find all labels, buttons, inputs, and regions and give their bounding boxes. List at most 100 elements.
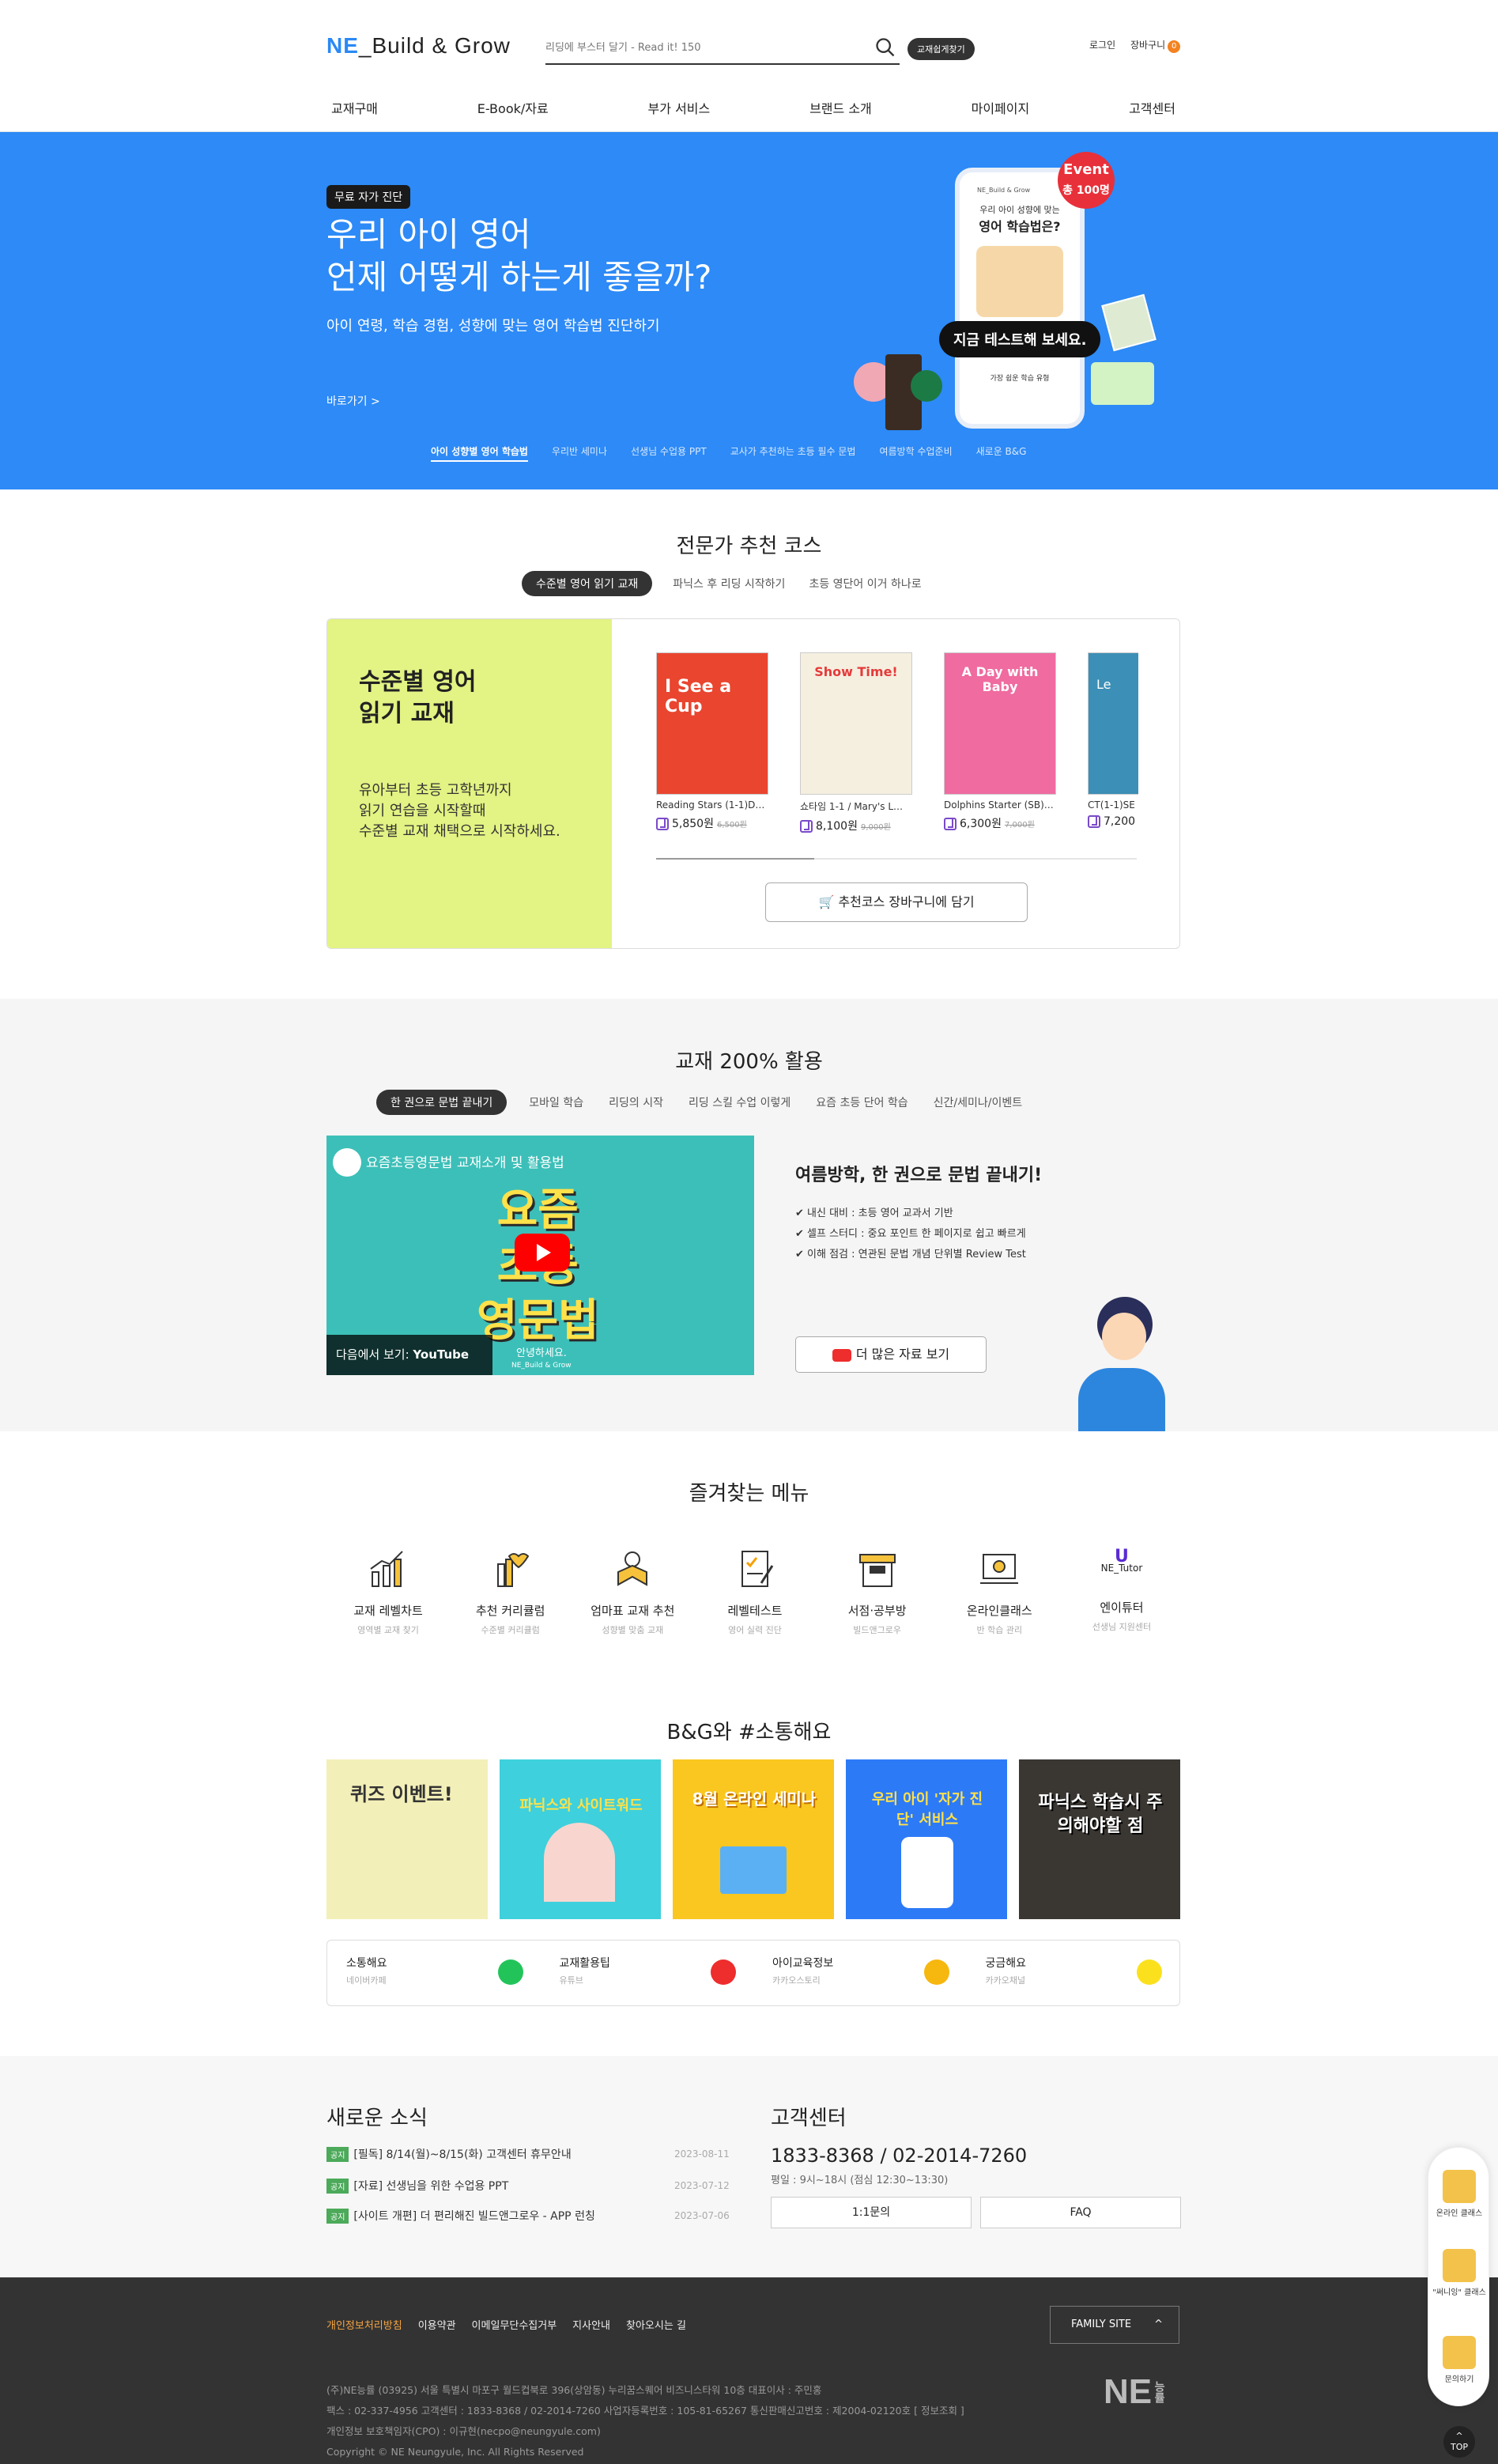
news-list: 공지 [필독] 8/14(월)~8/15(화) 고객센터 휴무안내 2023-08-… bbox=[326, 2146, 738, 2225]
sns-channel-naver-cafe[interactable]: 소통해요 네이버카페 bbox=[327, 1941, 541, 2005]
book-checkbox[interactable] bbox=[944, 818, 957, 830]
usage-tabs: 한 권으로 문법 끝내기 모바일 학습 리딩의 시작 리딩 스킬 수업 이렇게 … bbox=[376, 1090, 1025, 1115]
search-input[interactable] bbox=[545, 33, 862, 62]
nav-item-mypage[interactable]: 마이페이지 bbox=[967, 93, 1035, 122]
kakao-channel-icon bbox=[1137, 1959, 1162, 1985]
news-item[interactable]: 공지 [사이트 개편] 더 편리해진 빌드앤그로우 - APP 런칭 2023-07… bbox=[326, 2208, 738, 2224]
usage-tab-3[interactable]: 리딩의 시작 bbox=[606, 1090, 666, 1115]
sns-card[interactable]: 퀴즈 이벤트! bbox=[326, 1759, 488, 1919]
ne-tutor-icon: U NE_Tutor bbox=[1100, 1547, 1143, 1574]
favorites-title: 즐겨찾는 메뉴 bbox=[689, 1482, 809, 1506]
quick-sunny-class[interactable]: "써니잉" 클래스 bbox=[1428, 2249, 1490, 2297]
add-course-to-cart-button[interactable]: 🛒 추천코스 장바구니에 담기 bbox=[765, 882, 1028, 922]
scroll-top-button[interactable]: ^ TOP bbox=[1443, 2426, 1475, 2458]
usage-tab-1[interactable]: 한 권으로 문법 끝내기 bbox=[376, 1090, 508, 1115]
sns-card[interactable]: 8월 온라인 세미나 bbox=[673, 1759, 834, 1919]
book-card[interactable]: I See a Cup Reading Stars (1-1)D… 5,850원… bbox=[656, 652, 768, 831]
cart-link[interactable]: 장바구니 0 bbox=[1130, 38, 1181, 53]
faq-button[interactable]: FAQ bbox=[980, 2197, 1181, 2228]
usage-point: ✔ 셀프 스터디 : 중요 포인트 한 페이지로 쉽고 빠르게 bbox=[795, 1228, 1026, 1240]
fav-level-test[interactable]: 레벨테스트 영어 실력 진단 bbox=[703, 1545, 807, 1636]
hero-tab-3[interactable]: 선생님 수업용 PPT bbox=[631, 444, 707, 462]
sns-card[interactable]: 우리 아이 '자가 진단' 서비스 bbox=[846, 1759, 1007, 1919]
hero-cta-button[interactable]: 지금 테스트해 보세요. bbox=[939, 321, 1101, 357]
usage-point: ✔ 이해 점검 : 연관된 문법 개념 단위별 Review Test bbox=[795, 1249, 1026, 1260]
money-illustration bbox=[1091, 293, 1157, 418]
fav-ne-tutor[interactable]: U NE_Tutor 엔이튜터 선생님 지원센터 bbox=[1070, 1545, 1174, 1636]
usage-tab-4[interactable]: 리딩 스킬 수업 이렇게 bbox=[685, 1090, 794, 1115]
login-link[interactable]: 로그인 bbox=[1089, 38, 1115, 51]
book-card[interactable]: A Day with Baby Dolphins Starter (SB)… 6… bbox=[944, 652, 1056, 831]
news-title: 새로운 소식 bbox=[326, 2107, 428, 2130]
book-checkbox[interactable] bbox=[800, 820, 813, 833]
course-description: 유아부터 초등 고학년까지 읽기 연습을 시작할때 수준별 교재 채택으로 시작하세… bbox=[359, 782, 560, 840]
expert-tab-2[interactable]: 파닉스 후 리딩 시작하기 bbox=[670, 571, 788, 596]
play-button-icon[interactable] bbox=[515, 1234, 570, 1272]
fav-online-class[interactable]: 온라인클래스 반 학습 관리 bbox=[947, 1545, 1051, 1636]
footer-link-directions[interactable]: 찾아오시는 길 bbox=[626, 2317, 686, 2332]
usage-tab-6[interactable]: 신간/세미나/이벤트 bbox=[930, 1090, 1025, 1115]
hero-tab-4[interactable]: 교사가 추천하는 초등 필수 문법 bbox=[730, 444, 856, 462]
youtube-icon bbox=[711, 1959, 736, 1985]
store-icon bbox=[858, 1554, 896, 1587]
hero-tab-1[interactable]: 아이 성향별 영어 학습법 bbox=[431, 444, 528, 462]
nav-item-ebook[interactable]: E-Book/자료 bbox=[473, 93, 553, 122]
nav-item-support[interactable]: 고객센터 bbox=[1124, 93, 1180, 122]
nav-item-books[interactable]: 교재구매 bbox=[326, 93, 383, 122]
hero-tab-5[interactable]: 여름방학 수업준비 bbox=[879, 444, 952, 462]
footer-link-branches[interactable]: 지사안내 bbox=[572, 2317, 610, 2332]
news-item[interactable]: 공지 [필독] 8/14(월)~8/15(화) 고객센터 휴무안내 2023-08-… bbox=[326, 2146, 738, 2162]
fav-curriculum[interactable]: 추천 커리큘럼 수준별 커리큘럼 bbox=[458, 1545, 563, 1636]
expert-tab-1[interactable]: 수준별 영어 읽기 교재 bbox=[522, 571, 653, 596]
fav-store[interactable]: 서점·공부방 빌드앤그로우 bbox=[825, 1545, 930, 1636]
more-materials-button[interactable]: 더 많은 자료 보기 bbox=[795, 1336, 987, 1373]
sns-channel-youtube[interactable]: 교재활용팁 유튜브 bbox=[541, 1941, 754, 2005]
test-icon bbox=[741, 1551, 774, 1587]
video-player[interactable]: 요즘초등영문법 교재소개 및 활용법 요즘초등영문법 다음에서 보기: YouT… bbox=[326, 1136, 754, 1375]
cs-title: 고객센터 bbox=[771, 2107, 847, 2130]
usage-section-title: 교재 200% 활용 bbox=[675, 1050, 823, 1074]
footer-link-terms[interactable]: 이용약관 bbox=[418, 2317, 456, 2332]
quick-inquiry[interactable]: 문의하기 bbox=[1428, 2336, 1490, 2384]
sns-card[interactable]: 파닉스와 사이트워드 bbox=[500, 1759, 661, 1919]
usage-tab-2[interactable]: 모바일 학습 bbox=[526, 1090, 587, 1115]
book-checkbox[interactable] bbox=[656, 818, 669, 830]
hero-go-link[interactable]: 바로가기 > bbox=[326, 393, 380, 409]
hero-title: 우리 아이 영어 언제 어떻게 하는게 좋을까? bbox=[326, 215, 712, 297]
quick-online-class[interactable]: 온라인 클래스 bbox=[1428, 2170, 1490, 2218]
fav-mom-books[interactable]: 엄마표 교재 추천 성향별 맞춤 교재 bbox=[580, 1545, 685, 1636]
sns-channel-kakaostory[interactable]: 아이교육정보 카카오스토리 bbox=[753, 1941, 967, 2005]
sns-channel-kakao[interactable]: 궁금해요 카카오채널 bbox=[967, 1941, 1180, 2005]
sns-gallery: 퀴즈 이벤트! 파닉스와 사이트워드 8월 온라인 세미나 우리 아이 '자가 … bbox=[326, 1759, 1180, 1919]
expert-section-title: 전문가 추천 코스 bbox=[676, 535, 822, 558]
search-icon[interactable] bbox=[874, 36, 896, 59]
event-badge: Event 총 100명 bbox=[1058, 152, 1115, 209]
expert-tab-3[interactable]: 초등 영단어 이거 하나로 bbox=[806, 571, 924, 596]
footer-link-email[interactable]: 이메일무단수집거부 bbox=[472, 2317, 557, 2332]
book-scrollbar[interactable] bbox=[656, 858, 1137, 860]
usage-tab-5[interactable]: 요즘 초등 단어 학습 bbox=[813, 1090, 911, 1115]
hero-tab-6[interactable]: 새로운 B&G bbox=[976, 444, 1027, 462]
watch-on-youtube[interactable]: 다음에서 보기: YouTube bbox=[326, 1335, 492, 1375]
hero-subtitle: 아이 연령, 학습 경험, 성향에 맞는 영어 학습법 진단하기 bbox=[326, 318, 660, 334]
hero-tab-2[interactable]: 우리반 세미나 bbox=[552, 444, 607, 462]
cart-count-badge: 0 bbox=[1168, 40, 1181, 53]
favorites-list: 교재 레벨차트 영역별 교재 찾기 추천 커리큘럼 수준별 커리큘럼 엄마표 교재 … bbox=[336, 1545, 1174, 1636]
fav-level-chart[interactable]: 교재 레벨차트 영역별 교재 찾기 bbox=[336, 1545, 440, 1636]
book-card[interactable]: Le CT(1-1)SE 7,200 bbox=[1088, 652, 1138, 828]
inquiry-button[interactable]: 1:1문의 bbox=[771, 2197, 972, 2228]
online-class-icon bbox=[980, 1554, 1019, 1584]
hero-phone-illustration: NE_Build & Grow 우리 아이 성향에 맞는 영어 학습법은? 가장… bbox=[955, 168, 1085, 429]
family-site-select[interactable]: FAMILY SITE ^ bbox=[1050, 2306, 1179, 2344]
company-info: (주)NE능률 (03925) 서울 특별시 마포구 월드컵북로 396(상암동… bbox=[326, 2384, 964, 2458]
find-book-button[interactable]: 교재쉽게찾기 bbox=[907, 38, 975, 60]
nav-item-services[interactable]: 부가 서비스 bbox=[643, 93, 715, 122]
footer-link-privacy[interactable]: 개인정보처리방침 bbox=[326, 2317, 402, 2332]
news-item[interactable]: 공지 [자료] 선생님을 위한 수업용 PPT 2023-07-12 bbox=[326, 2178, 738, 2194]
book-checkbox[interactable] bbox=[1088, 815, 1100, 828]
site-logo[interactable]: NE_Build & Grow bbox=[326, 33, 511, 59]
sns-card[interactable]: 파닉스 학습시 주의해야할 점 bbox=[1019, 1759, 1180, 1919]
book-card[interactable]: Show Time! 쇼타임 1-1 / Mary's L… 8,100원 9,0… bbox=[800, 652, 912, 833]
book-cover: A Day with Baby bbox=[944, 652, 1056, 795]
nav-item-brand[interactable]: 브랜드 소개 bbox=[805, 93, 877, 122]
